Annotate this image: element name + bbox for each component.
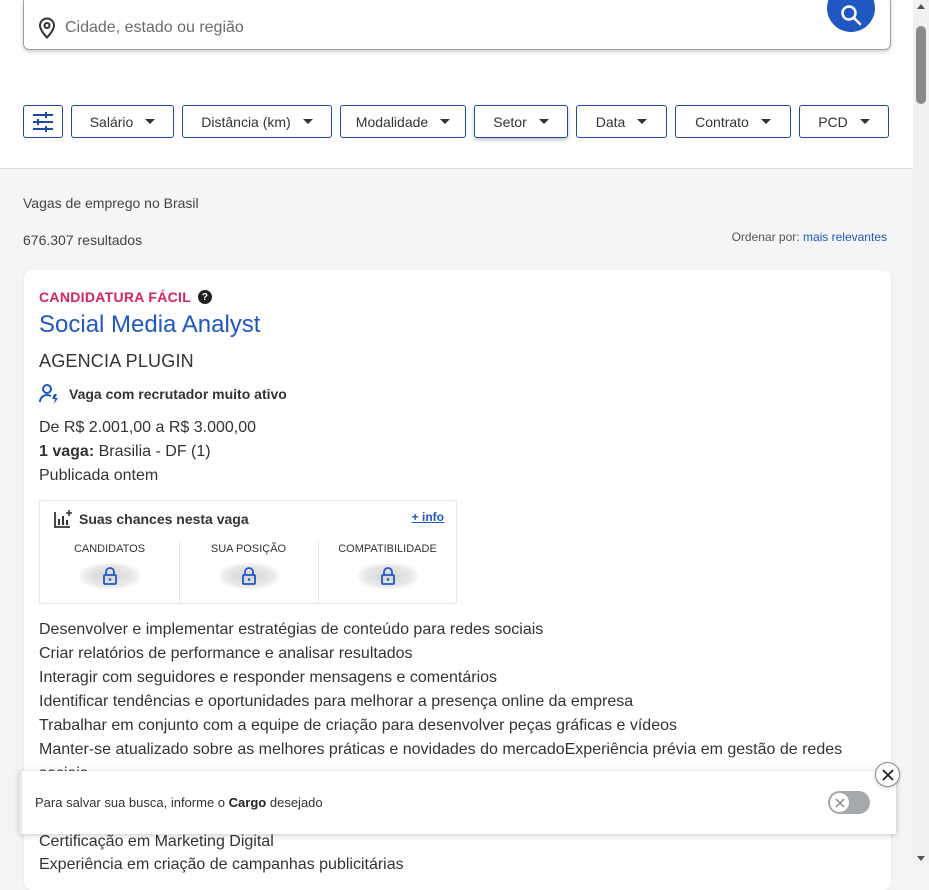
- vacancies-label: 1 vaga:: [39, 443, 95, 460]
- job-title-link[interactable]: Social Media Analyst: [39, 311, 260, 339]
- scrollbar-thumb[interactable]: [916, 26, 926, 104]
- locked-value: [79, 563, 140, 589]
- description-line: Interagir com seguidores e responder men…: [39, 669, 498, 686]
- lock-icon: [241, 567, 256, 585]
- candidates-stat: CANDIDATOS: [40, 541, 179, 603]
- filter-contract-dropdown[interactable]: Contrato: [675, 105, 791, 138]
- description-line: Identificar tendências e oportunidades p…: [39, 693, 634, 710]
- help-icon[interactable]: ?: [198, 290, 213, 304]
- lock-icon: [380, 567, 395, 585]
- caret-down-icon: [538, 119, 549, 124]
- filter-label: Setor: [493, 113, 527, 130]
- position-stat: SUA POSIÇÃO: [179, 541, 318, 603]
- sort-control: Ordenar por: mais relevantes: [732, 230, 887, 244]
- recruiter-active-icon: [39, 384, 58, 404]
- filter-label: Data: [595, 113, 626, 130]
- vacancies-location: Brasilia - DF (1): [98, 443, 211, 460]
- description-line: Experiência em criação de campanhas publ…: [39, 856, 404, 873]
- filter-date-dropdown[interactable]: Data: [576, 105, 667, 138]
- vacancies-info: 1 vaga: Brasilia - DF (1): [39, 443, 211, 461]
- toggle-knob: [830, 793, 849, 812]
- banner-text-start: Para salvar sua busca, informe o: [35, 795, 226, 810]
- caret-down-icon: [302, 119, 313, 124]
- filter-label: Modalidade: [355, 113, 429, 130]
- caret-down-icon: [760, 119, 771, 124]
- compatibility-stat: COMPATIBILIDADE: [318, 541, 457, 603]
- close-icon: [881, 768, 894, 781]
- lock-icon: [102, 567, 117, 585]
- scroll-up-arrow-icon[interactable]: [917, 4, 925, 9]
- caret-down-icon: [859, 119, 870, 124]
- banner-message: Para salvar sua busca, informe o Cargo d…: [35, 795, 323, 810]
- locked-value: [357, 563, 418, 589]
- stat-label: SUA POSIÇÃO: [210, 543, 287, 555]
- stat-label: CANDIDATOS: [73, 543, 146, 555]
- search-header: Salário Distância (km) Modalidade Setor …: [0, 0, 913, 169]
- chances-title-text: Suas chances nesta vaga: [79, 511, 249, 527]
- active-recruiter-indicator: Vaga com recrutador muito ativo: [39, 384, 287, 404]
- results-count: 676.307 resultados: [23, 232, 143, 248]
- recruiter-text: Vaga com recrutador muito ativo: [69, 386, 287, 402]
- filter-label: PCD: [818, 113, 848, 130]
- published-date: Publicada ontem: [39, 467, 159, 484]
- easy-apply-badge: CANDIDATURA FÁCIL ?: [39, 289, 213, 305]
- scroll-down-arrow-icon[interactable]: [917, 856, 925, 861]
- filter-label: Contrato: [695, 113, 749, 130]
- filter-modality-dropdown[interactable]: Modalidade: [340, 105, 466, 138]
- chart-icon: [54, 510, 72, 528]
- stat-label: COMPATIBILIDADE: [338, 543, 437, 555]
- close-small-icon: [834, 797, 845, 808]
- chances-title: Suas chances nesta vaga: [53, 509, 249, 529]
- sort-label: Ordenar por:: [731, 230, 800, 244]
- save-search-banner: Para salvar sua busca, informe o Cargo d…: [19, 771, 896, 834]
- caret-down-icon: [440, 119, 451, 124]
- filter-label: Distância (km): [201, 113, 291, 130]
- sort-dropdown-link[interactable]: mais relevantes: [803, 230, 887, 244]
- sliders-icon: [33, 111, 53, 132]
- badge-label: CANDIDATURA FÁCIL: [39, 289, 192, 305]
- filter-distance-dropdown[interactable]: Distância (km): [182, 105, 332, 138]
- salary-range: De R$ 2.001,00 a R$ 3.000,00: [39, 419, 257, 436]
- description-line: Trabalhar em conjunto com a equipe de cr…: [39, 717, 677, 734]
- filter-sector-dropdown[interactable]: Setor: [474, 105, 568, 138]
- filter-label: Salário: [89, 113, 134, 130]
- save-search-toggle[interactable]: [828, 791, 870, 814]
- locked-value: [218, 563, 279, 589]
- description-line: Certificação em Marketing Digital: [39, 833, 274, 850]
- banner-text-bold: Cargo: [228, 795, 267, 810]
- description-line: Criar relatórios de performance e analis…: [39, 645, 413, 662]
- caret-down-icon: [637, 119, 648, 124]
- filter-salary-dropdown[interactable]: Salário: [71, 105, 174, 138]
- company-name: AGENCIA PLUGIN: [39, 351, 194, 371]
- description-line: Manter-se atualizado sobre as melhores p…: [39, 741, 843, 758]
- banner-text-end: desejado: [269, 795, 323, 810]
- filters-settings-button[interactable]: [23, 105, 63, 138]
- more-info-link[interactable]: + info: [412, 510, 444, 524]
- job-description: Desenvolver e implementar estratégias de…: [39, 618, 879, 786]
- chances-panel: Suas chances nesta vaga + info CANDIDATO…: [39, 500, 457, 604]
- location-search-box[interactable]: [23, 0, 891, 50]
- location-pin-icon: [38, 17, 56, 39]
- close-banner-button[interactable]: [875, 762, 900, 787]
- caret-down-icon: [145, 119, 156, 124]
- location-input[interactable]: [65, 16, 665, 40]
- page-scrollbar[interactable]: [913, 0, 929, 865]
- filter-pcd-dropdown[interactable]: PCD: [799, 105, 889, 138]
- results-heading: Vagas de emprego no Brasil: [23, 195, 199, 211]
- description-line: Desenvolver e implementar estratégias de…: [39, 621, 544, 638]
- search-icon: [841, 5, 862, 26]
